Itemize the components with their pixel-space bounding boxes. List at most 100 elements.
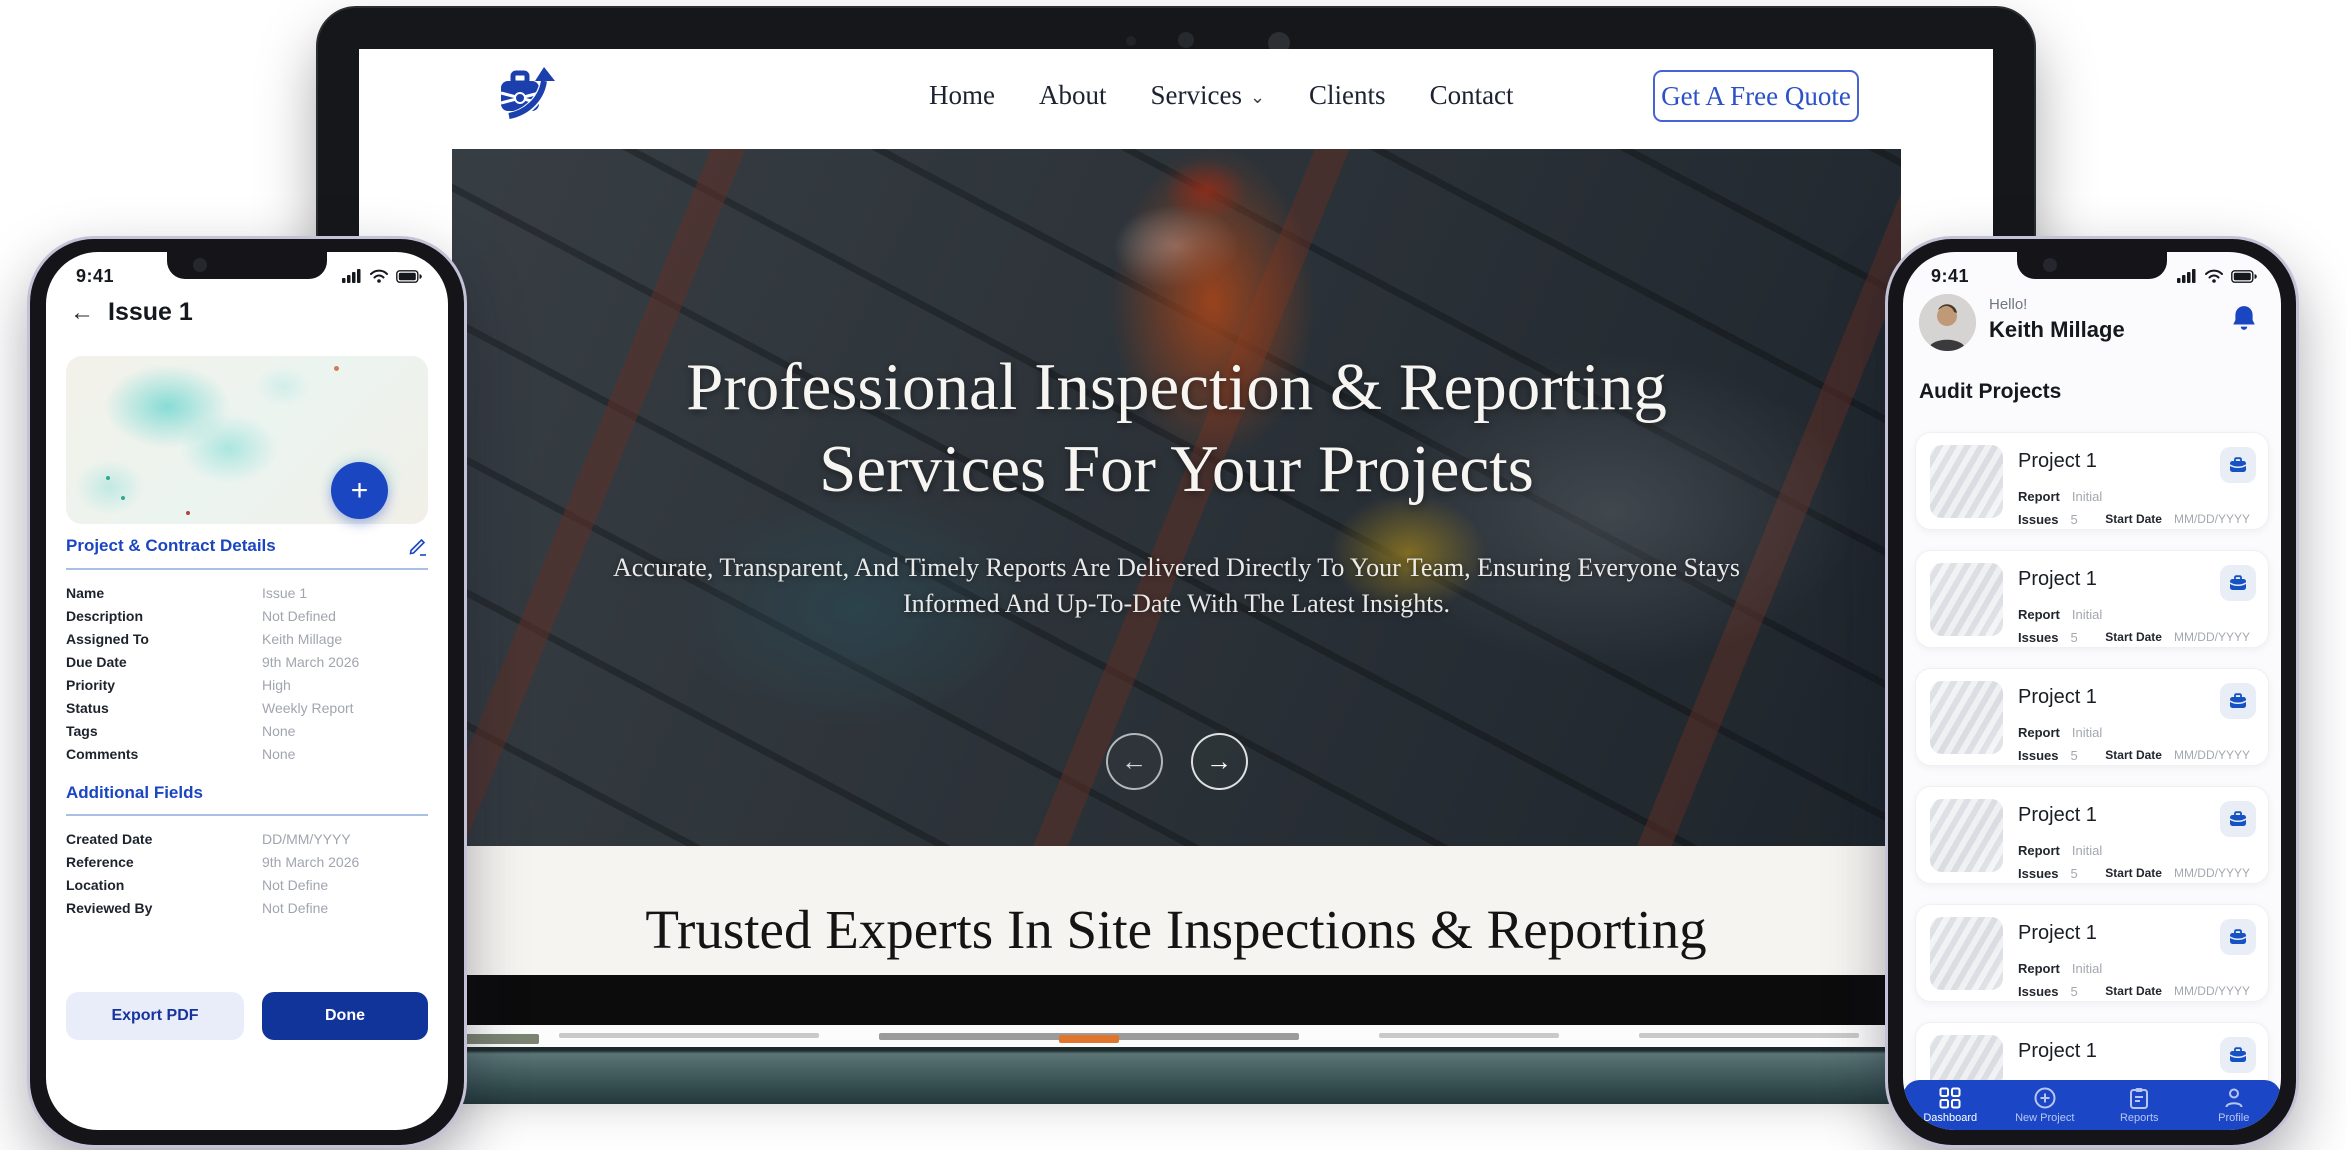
additional-section-title: Additional Fields — [66, 783, 203, 803]
field-value: None — [262, 723, 295, 739]
chevron-down-icon: ⌄ — [1250, 88, 1265, 106]
start-date-label: Start Date — [2105, 512, 2162, 526]
laptop-base — [296, 1047, 2056, 1104]
briefcase-icon[interactable] — [2220, 1037, 2256, 1073]
field-row: Created Date DD/MM/YYYY — [66, 828, 428, 851]
start-date-label: Start Date — [2105, 984, 2162, 998]
edit-pencil-icon[interactable] — [408, 536, 428, 556]
battery-icon — [2231, 270, 2257, 283]
issue-header: ← Issue 1 — [70, 298, 193, 327]
nav-link-services[interactable]: Services ⌄ — [1150, 80, 1265, 111]
project-name: Project 1 — [2018, 686, 2097, 709]
issues-label: Issues — [2018, 512, 2058, 527]
get-free-quote-button[interactable]: Get A Free Quote — [1653, 70, 1859, 122]
issues-row: Issues5Start DateMM/DD/YYYY — [2018, 984, 2258, 999]
briefcase-icon[interactable] — [2220, 565, 2256, 601]
nav-label: Reports — [2120, 1112, 2159, 1124]
carousel-prev-button[interactable]: ← — [1106, 733, 1163, 790]
project-name: Project 1 — [2018, 1040, 2097, 1063]
status-icons — [342, 269, 422, 283]
hero-title-line2: Services For Your Projects — [686, 429, 1667, 511]
nav-new-project[interactable]: New Project — [1998, 1080, 2093, 1130]
nav-label: Dashboard — [1923, 1112, 1977, 1124]
nav-link-contact[interactable]: Contact — [1430, 80, 1514, 111]
project-card[interactable]: Project 1 ReportInitial Issues5Start Dat… — [1915, 668, 2269, 766]
greeting-text: Hello! — [1989, 296, 2027, 313]
field-label: Assigned To — [66, 631, 149, 647]
start-date-label: Start Date — [2105, 748, 2162, 762]
company-logo-icon[interactable] — [497, 63, 561, 127]
bottom-navigation: Dashboard New Project Reports Profile — [1903, 1080, 2281, 1130]
field-value: Keith Millage — [262, 631, 342, 647]
webcam-led — [1126, 36, 1136, 46]
mockup-canvas: Home About Services ⌄ Clients Contact Ge… — [0, 0, 2346, 1150]
dark-divider-band — [359, 975, 1993, 1025]
audit-projects-title: Audit Projects — [1919, 380, 2061, 404]
briefcase-icon[interactable] — [2220, 447, 2256, 483]
done-button[interactable]: Done — [262, 992, 428, 1040]
field-value: High — [262, 677, 291, 693]
nav-dashboard[interactable]: Dashboard — [1903, 1080, 1998, 1130]
project-card[interactable]: Project 1 ReportInitial Issues5Start Dat… — [1915, 432, 2269, 530]
strip-decoration — [559, 1033, 819, 1038]
briefcase-icon[interactable] — [2220, 919, 2256, 955]
field-label: Created Date — [66, 831, 152, 847]
field-row: Assigned To Keith Millage — [66, 628, 428, 651]
report-row: ReportInitial — [2018, 961, 2102, 976]
field-value: Issue 1 — [262, 585, 307, 601]
phone-left: 9:41 ← Issue 1 + Project & Contract Det — [30, 239, 464, 1145]
project-card[interactable]: Project 1 ReportInitial Issues5Start Dat… — [1915, 904, 2269, 1002]
project-name: Project 1 — [2018, 568, 2097, 591]
field-value: 9th March 2026 — [262, 654, 359, 670]
report-label: Report — [2018, 489, 2060, 504]
image-speck — [334, 366, 339, 371]
field-value: Weekly Report — [262, 700, 354, 716]
issues-label: Issues — [2018, 630, 2058, 645]
avatar[interactable] — [1919, 294, 1976, 351]
image-speck — [121, 496, 125, 500]
back-button[interactable]: ← — [70, 301, 94, 325]
notification-bell-icon[interactable] — [2231, 304, 2257, 332]
briefcase-icon[interactable] — [2220, 801, 2256, 837]
status-time: 9:41 — [1931, 266, 1969, 287]
details-section-header: Project & Contract Details — [66, 536, 428, 556]
add-attachment-button[interactable]: + — [331, 462, 388, 519]
nav-label: New Project — [2015, 1112, 2074, 1124]
field-value: Not Defined — [262, 608, 336, 624]
export-pdf-button[interactable]: Export PDF — [66, 992, 244, 1040]
nav-reports[interactable]: Reports — [2092, 1080, 2187, 1130]
carousel-next-button[interactable]: → — [1191, 733, 1248, 790]
project-card[interactable]: Project 1 ReportInitial Issues5Start Dat… — [1915, 550, 2269, 648]
hero-title: Professional Inspection & Reporting Serv… — [686, 347, 1667, 510]
nav-link-home[interactable]: Home — [929, 80, 995, 111]
report-row: ReportInitial — [2018, 843, 2102, 858]
field-value: Not Define — [262, 900, 328, 916]
issues-row: Issues5Start DateMM/DD/YYYY — [2018, 512, 2258, 527]
nav-link-clients[interactable]: Clients — [1309, 80, 1386, 111]
field-row: Status Weekly Report — [66, 697, 428, 720]
report-value: Initial — [2072, 489, 2102, 504]
start-date-label: Start Date — [2105, 630, 2162, 644]
project-card[interactable]: Project 1 ReportInitial Issues5Start Dat… — [1915, 786, 2269, 884]
project-thumbnail — [1930, 563, 2003, 636]
report-label: Report — [2018, 843, 2060, 858]
nav-link-about[interactable]: About — [1039, 80, 1107, 111]
issues-label: Issues — [2018, 866, 2058, 881]
project-thumbnail — [1930, 799, 2003, 872]
report-label: Report — [2018, 961, 2060, 976]
start-date-value: MM/DD/YYYY — [2174, 630, 2250, 644]
issues-row: Issues5Start DateMM/DD/YYYY — [2018, 748, 2258, 763]
clipboard-icon — [2129, 1087, 2149, 1109]
issues-value: 5 — [2070, 866, 2077, 881]
project-thumbnail — [1930, 445, 2003, 518]
field-row: Comments None — [66, 743, 428, 766]
nav-profile[interactable]: Profile — [2187, 1080, 2282, 1130]
project-thumbnail — [1930, 681, 2003, 754]
field-value: 9th March 2026 — [262, 854, 359, 870]
briefcase-icon[interactable] — [2220, 683, 2256, 719]
field-row: Priority High — [66, 674, 428, 697]
site-navbar: Home About Services ⌄ Clients Contact Ge… — [359, 49, 1993, 141]
report-row: Report Initial — [2018, 489, 2102, 504]
person-icon — [2223, 1087, 2245, 1109]
partial-next-section — [359, 1025, 1993, 1047]
